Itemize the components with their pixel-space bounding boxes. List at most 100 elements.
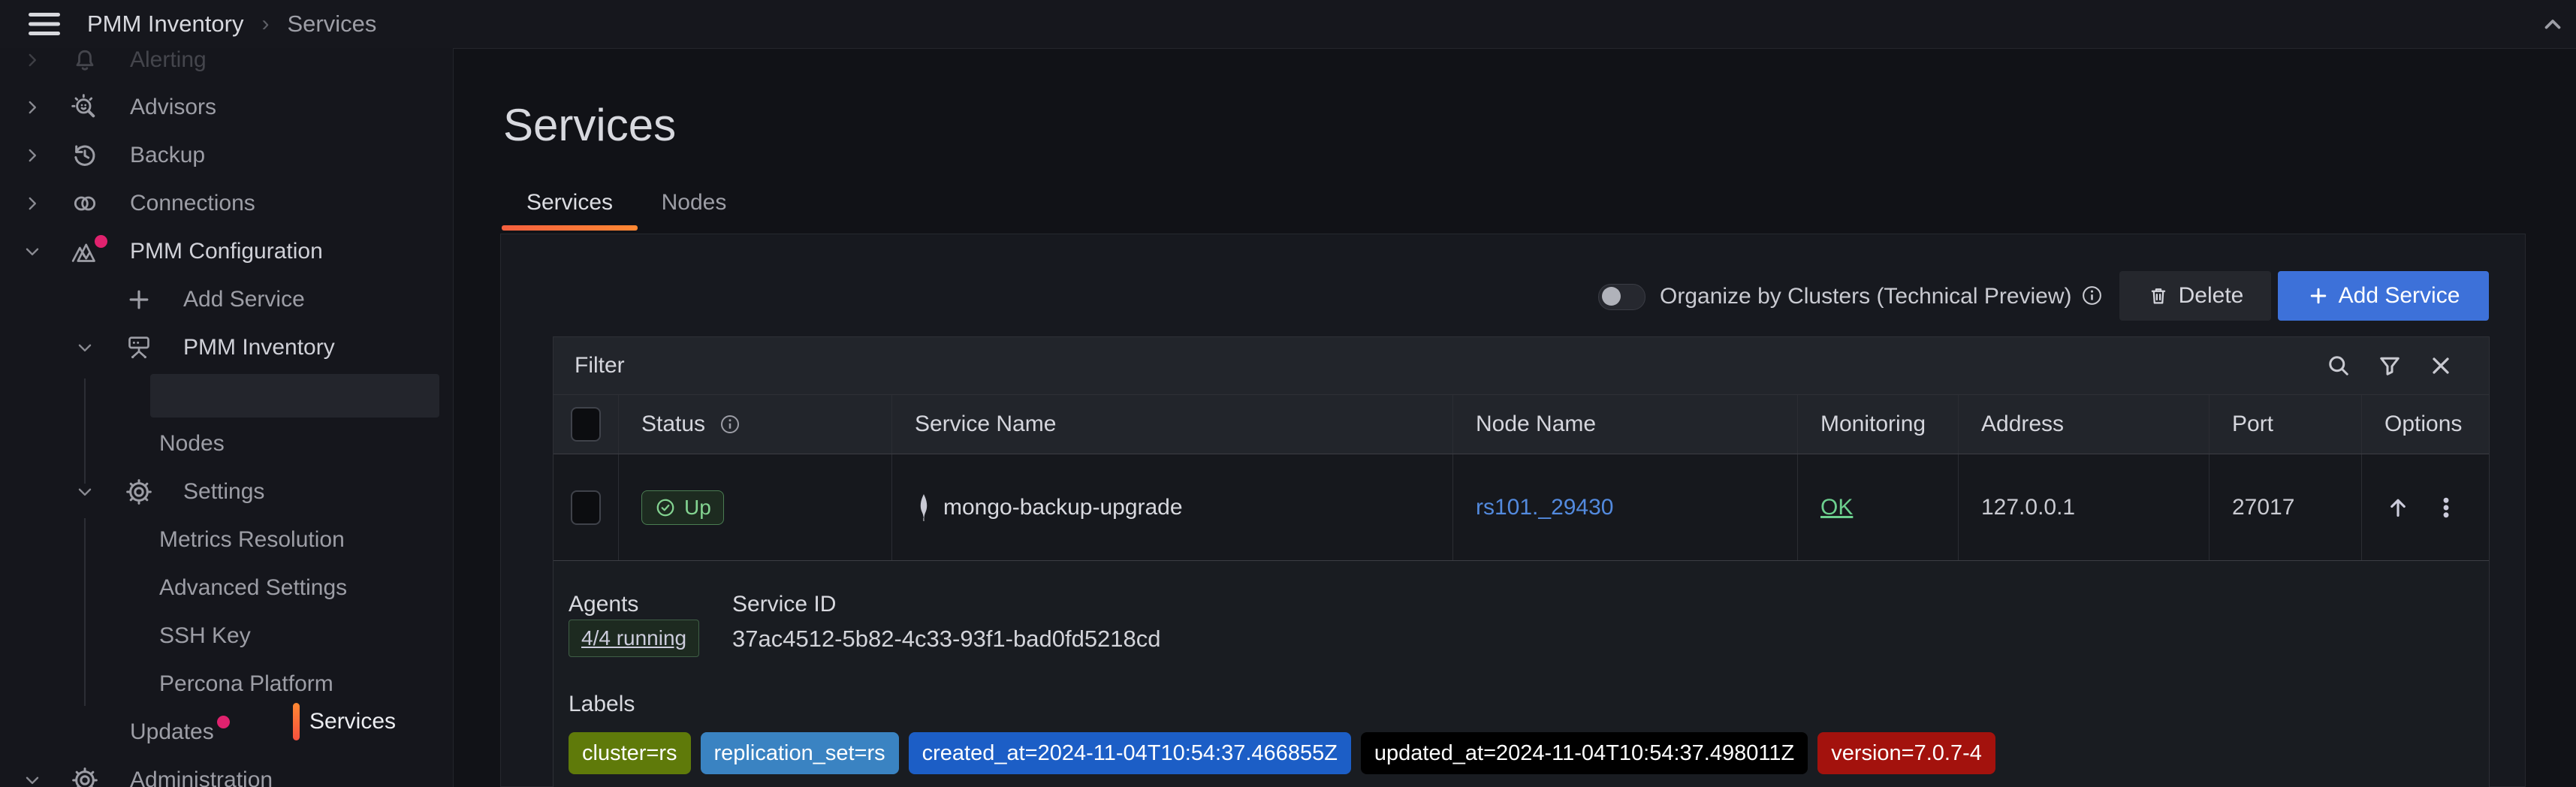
sidebar-item-label: Advisors: [130, 86, 216, 128]
column-node-name: Node Name: [1476, 412, 1596, 437]
sidebar-item-pmm-inventory[interactable]: PMM Inventory: [0, 327, 453, 369]
delete-button[interactable]: Delete: [2119, 271, 2271, 321]
sidebar-item-label: PMM Configuration: [130, 231, 323, 273]
sidebar-item-label: Settings: [183, 471, 264, 513]
row-details-panel: Agents 4/4 running Service ID 37ac4512-5…: [554, 561, 2489, 787]
table-row: Up mongo-backup-upgrade rs101._29430 OK …: [554, 454, 2489, 561]
plus-icon: [124, 285, 154, 315]
add-service-button[interactable]: Add Service: [2278, 271, 2489, 321]
connections-icon: [70, 188, 100, 219]
pmm-inventory-services-screen: PMM Inventory › Services Alerting: [0, 0, 2576, 787]
label-badge: cluster=rs: [569, 732, 691, 774]
agents-count-badge[interactable]: 4/4 running: [569, 620, 699, 657]
gear-icon: [70, 765, 100, 787]
address-cell: 127.0.0.1: [1981, 495, 2075, 520]
bell-icon: [70, 48, 100, 75]
sidebar-item-pmm-configuration[interactable]: PMM Configuration: [0, 231, 453, 273]
table-header-row: Status Service Name Node Name Monitoring…: [554, 395, 2489, 454]
label-badges: cluster=rs replication_set=rs created_at…: [569, 732, 1995, 774]
backup-history-icon: [70, 140, 100, 170]
sidebar-item-advanced-settings[interactable]: Advanced Settings: [0, 567, 453, 609]
filter-bar: Filter: [554, 337, 2489, 395]
sidebar-item-nodes[interactable]: Nodes: [0, 423, 453, 465]
search-icon[interactable]: [2325, 352, 2352, 379]
page-title: Services: [503, 99, 676, 151]
sidebar-item-label: SSH Key: [159, 615, 251, 657]
sidebar-item-percona-platform[interactable]: Percona Platform: [0, 663, 453, 705]
sidebar-item-metrics-resolution[interactable]: Metrics Resolution: [0, 519, 453, 561]
collapse-row-arrow-icon[interactable]: [2384, 494, 2412, 521]
chevron-down-icon: [23, 242, 42, 261]
service-id-value: 37ac4512-5b82-4c33-93f1-bad0fd5218cd: [732, 626, 1161, 653]
info-icon[interactable]: [2080, 284, 2104, 307]
advisors-icon: [70, 92, 100, 122]
column-monitoring: Monitoring: [1820, 412, 1926, 437]
column-options: Options: [2384, 412, 2462, 437]
clear-icon[interactable]: [2427, 352, 2454, 379]
chevron-right-icon: [23, 98, 42, 117]
organize-by-clusters-toggle[interactable]: [1598, 284, 1645, 310]
column-address: Address: [1981, 412, 2064, 437]
sidebar-item-label: Updates: [130, 711, 214, 753]
top-bar: PMM Inventory › Services: [0, 0, 2576, 49]
add-service-button-label: Add Service: [2339, 283, 2460, 309]
chevron-up-icon[interactable]: [2540, 12, 2565, 38]
monitoring-status-link[interactable]: OK: [1820, 495, 1853, 520]
sidebar-item-ssh-key[interactable]: SSH Key: [0, 615, 453, 657]
row-checkbox[interactable]: [571, 490, 601, 525]
sidebar-item-label: PMM Inventory: [183, 327, 335, 369]
node-name-link[interactable]: rs101._29430: [1476, 495, 1614, 520]
services-panel: Organize by Clusters (Technical Preview)…: [500, 234, 2526, 787]
mongodb-icon: [915, 493, 933, 523]
trash-icon: [2147, 285, 2170, 307]
status-badge: Up: [641, 490, 724, 525]
status-badge-label: Up: [684, 496, 711, 520]
column-service-name: Service Name: [915, 412, 1056, 437]
sidebar-item-advisors[interactable]: Advisors: [0, 86, 453, 128]
label-badge: replication_set=rs: [701, 732, 899, 774]
sidebar-item-label: Backup: [130, 134, 205, 176]
sidebar-item-label: Alerting: [130, 48, 207, 81]
sidebar-item-label: Metrics Resolution: [159, 519, 345, 561]
chevron-right-icon: [23, 194, 42, 213]
notification-dot: [217, 716, 230, 728]
column-port: Port: [2232, 412, 2273, 437]
breadcrumb-separator: ›: [261, 11, 269, 37]
tab-services[interactable]: Services: [502, 186, 638, 219]
breadcrumb-services[interactable]: Services: [287, 11, 376, 38]
sidebar-item-connections[interactable]: Connections: [0, 182, 453, 225]
chevron-right-icon: [23, 50, 42, 70]
sidebar-item-label: Nodes: [159, 423, 225, 465]
agents-label: Agents: [569, 592, 638, 617]
tab-nodes[interactable]: Nodes: [652, 186, 736, 219]
delete-button-label: Delete: [2179, 283, 2244, 309]
sidebar-item-administration[interactable]: Administration: [0, 759, 453, 787]
chevron-right-icon: [23, 146, 42, 165]
gear-icon: [124, 477, 154, 507]
sidebar-item-label: Percona Platform: [159, 663, 333, 705]
label-badge: created_at=2024-11-04T10:54:37.466855Z: [909, 732, 1351, 774]
filter-label: Filter: [575, 353, 625, 378]
kebab-menu-icon[interactable]: [2433, 494, 2460, 521]
chevron-down-icon: [75, 338, 95, 357]
service-id-label: Service ID: [732, 592, 836, 617]
labels-title: Labels: [569, 692, 635, 717]
sidebar-item-label: Add Service: [183, 279, 305, 321]
filter-icon[interactable]: [2376, 352, 2403, 379]
sidebar-item-services[interactable]: Services: [150, 374, 439, 418]
sidebar-item-add-service[interactable]: Add Service: [0, 279, 453, 321]
sidebar-item-label: Advanced Settings: [159, 567, 347, 609]
select-all-checkbox[interactable]: [571, 407, 601, 442]
info-icon[interactable]: [719, 413, 741, 436]
organize-toggle-label: Organize by Clusters (Technical Preview): [1660, 284, 2072, 309]
chevron-down-icon: [23, 770, 42, 787]
sidebar-item-alerting[interactable]: Alerting: [0, 48, 453, 81]
sidebar-item-backup[interactable]: Backup: [0, 134, 453, 176]
hamburger-icon[interactable]: [29, 12, 60, 36]
notification-dot: [95, 235, 107, 248]
sidebar-item-settings[interactable]: Settings: [0, 471, 453, 513]
sidebar-item-updates[interactable]: Updates: [0, 711, 453, 753]
services-table: Filter Status: [553, 336, 2490, 787]
check-circle-icon: [654, 496, 677, 519]
breadcrumb-pmm-inventory[interactable]: PMM Inventory: [87, 11, 243, 38]
